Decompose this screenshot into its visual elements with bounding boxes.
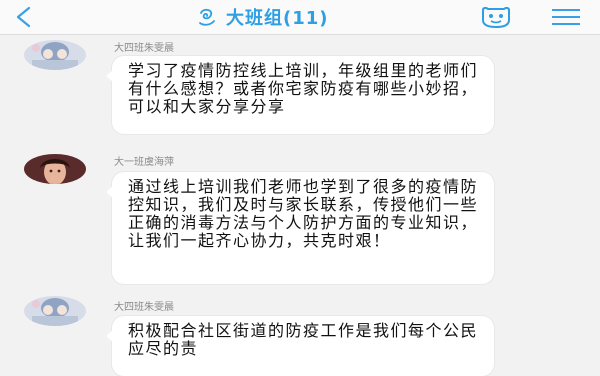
chat-title: 大班组(11) <box>226 8 329 29</box>
chevron-left-icon <box>16 6 31 28</box>
smiley-face-icon[interactable] <box>480 6 512 28</box>
sender-name: 大一班虞海萍 <box>114 157 174 168</box>
message-bubble[interactable]: 积极配合社区街道的防疫工作是我们每个公民应尽的责 <box>106 316 494 376</box>
avatar[interactable] <box>24 296 86 326</box>
message-text: 积极配合社区街道的防疫工作是我们每个公民应尽的责 <box>128 321 479 358</box>
avatar[interactable] <box>24 40 86 70</box>
swirl-icon <box>199 8 215 26</box>
chat-title-area: 大班组(11) <box>196 4 329 30</box>
message-text: 学习了疫情防控线上培训，年级组里的老师们有什么感想？或者你宅家防疫有哪些小妙招，… <box>128 61 479 116</box>
message-text: 通过线上培训我们老师也学到了很多的疫情防控知识，我们及时与家长联系，传授他们一些… <box>128 177 479 250</box>
message-bubble[interactable]: 通过线上培训我们老师也学到了很多的疫情防控知识，我们及时与家长联系，传授他们一些… <box>106 172 494 284</box>
top-bar: 大班组(11) <box>0 0 600 35</box>
back-button[interactable] <box>6 1 40 33</box>
hamburger-menu-icon[interactable] <box>552 9 582 25</box>
message-bubble[interactable]: 学习了疫情防控线上培训，年级组里的老师们有什么感想？或者你宅家防疫有哪些小妙招，… <box>106 56 494 134</box>
avatar[interactable] <box>24 154 86 184</box>
sender-name: 大四班朱雯晨 <box>114 43 174 54</box>
sender-name: 大四班朱雯晨 <box>114 302 174 313</box>
